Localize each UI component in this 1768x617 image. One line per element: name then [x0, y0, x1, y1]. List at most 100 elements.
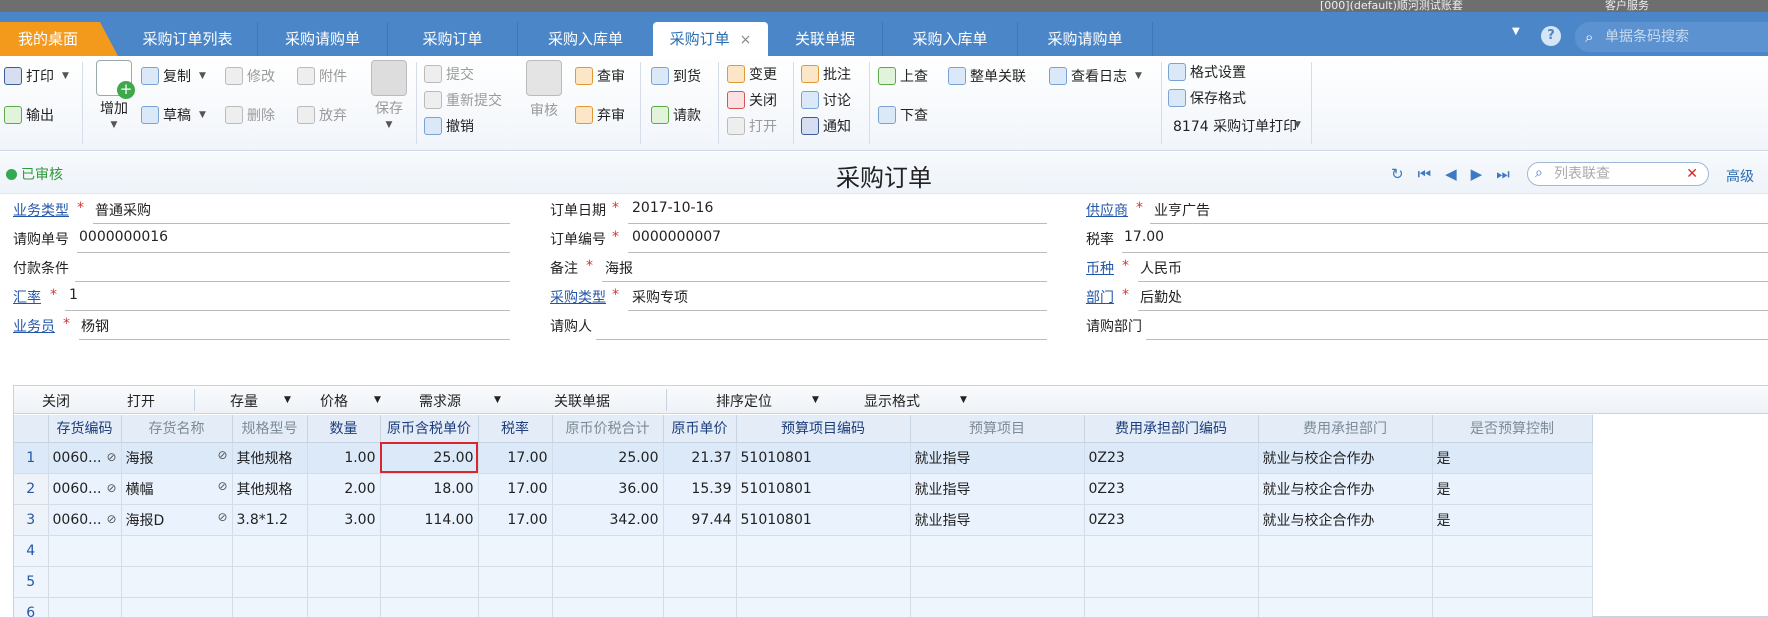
cell-budget-code[interactable]: 51010801	[736, 442, 911, 474]
paperclip-icon[interactable]: ⊘	[106, 450, 116, 464]
tab-purchase-receipt-2[interactable]: 采购入库单	[883, 22, 1018, 56]
cell-total[interactable]: 36.00	[552, 473, 664, 505]
cell-budget-control[interactable]: 是	[1432, 504, 1593, 536]
column-header[interactable]: 存货编码	[48, 415, 122, 443]
order-no-value[interactable]: 0000000007	[632, 229, 721, 245]
supplier-value[interactable]: 业亨广告	[1154, 200, 1210, 220]
copy-button[interactable]: 复制 ▼	[141, 66, 206, 86]
discuss-button[interactable]: 讨论	[801, 90, 851, 110]
cell-dept-code[interactable]: 0Z23	[1084, 504, 1259, 536]
grid-open-button[interactable]: 打开	[127, 391, 155, 411]
cell-dept[interactable]: 就业与校企合作办	[1258, 473, 1433, 505]
clear-icon[interactable]: ✕	[1686, 163, 1698, 185]
related-docs-button[interactable]: 关联单据	[554, 391, 610, 411]
format-setting-button[interactable]: 格式设置	[1168, 62, 1246, 82]
delete-button[interactable]: 删除	[225, 105, 275, 125]
column-header[interactable]: 原币含税单价	[380, 415, 479, 443]
help-icon[interactable]: ?	[1541, 26, 1561, 46]
annotate-button[interactable]: 批注	[801, 64, 851, 84]
supplier-label[interactable]: 供应商	[1086, 200, 1128, 220]
paperclip-icon[interactable]: ⊘	[106, 512, 116, 526]
grid-close-button[interactable]: 关闭	[42, 391, 70, 411]
down-query-button[interactable]: 下查	[878, 105, 928, 125]
view-log-button[interactable]: 查看日志 ▼	[1049, 66, 1142, 86]
discard-button[interactable]: 放弃	[297, 105, 347, 125]
cell-inventory-code[interactable]: 0060... ⊘	[48, 442, 122, 474]
cell-total[interactable]: 342.00	[552, 504, 664, 536]
cell-unit-price[interactable]: 15.39	[663, 473, 737, 505]
chevron-down-icon[interactable]: ▼	[111, 120, 118, 130]
chevron-down-icon[interactable]: ▼	[284, 395, 291, 405]
chevron-down-icon[interactable]: ▼	[62, 71, 69, 81]
tax-rate-value[interactable]: 17.00	[1124, 229, 1164, 245]
chevron-down-icon[interactable]: ▼	[386, 120, 393, 130]
tab-purchase-order[interactable]: 采购订单	[388, 22, 518, 56]
cell-budget-item[interactable]: 就业指导	[910, 504, 1085, 536]
cell-inventory-name[interactable]: 海报D ⊘	[121, 504, 233, 536]
column-header[interactable]: 是否预算控制	[1432, 415, 1593, 443]
cell-budget-item[interactable]: 就业指导	[910, 442, 1085, 474]
column-header[interactable]: 税率	[478, 415, 553, 443]
cell-tax-rate[interactable]: 17.00	[478, 504, 553, 536]
tab-purchase-requisition-2[interactable]: 采购请购单	[1018, 22, 1153, 56]
dept-value[interactable]: 后勤处	[1140, 287, 1182, 307]
staff-label[interactable]: 业务员	[13, 316, 55, 336]
rate-label[interactable]: 汇率	[13, 287, 41, 307]
tab-purchase-requisition[interactable]: 采购请购单	[258, 22, 388, 56]
table-row[interactable]: 1 0060... ⊘ 海报 ⊘ 其他规格 1.00 25.00 17.00 25.…	[14, 442, 1593, 474]
column-header[interactable]: 数量	[307, 415, 381, 443]
list-search-input[interactable]: ⌕ 列表联查 ✕	[1527, 162, 1709, 186]
staff-value[interactable]: 杨钢	[81, 316, 109, 336]
cell-inventory-name[interactable]: 横幅 ⊘	[121, 473, 233, 505]
resubmit-button[interactable]: 重新提交	[424, 90, 502, 110]
req-no-value[interactable]: 0000000016	[79, 229, 168, 245]
biz-type-label[interactable]: 业务类型	[13, 200, 69, 220]
chevron-down-icon[interactable]: ▼	[960, 395, 967, 405]
cell-budget-control[interactable]: 是	[1432, 473, 1593, 505]
chevron-down-icon[interactable]: ▼	[199, 110, 206, 120]
chevron-down-icon[interactable]: ▼	[1294, 120, 1301, 130]
cell-price-with-tax[interactable]: 25.00	[380, 442, 479, 474]
chevron-down-icon[interactable]: ▼	[494, 395, 501, 405]
display-format-button[interactable]: 显示格式	[864, 391, 920, 411]
table-row-empty[interactable]: 6	[14, 597, 1593, 617]
cell-price-with-tax[interactable]: 114.00	[380, 504, 479, 536]
tab-purchase-order-active[interactable]: 采购订单 ×	[653, 22, 768, 56]
cell-quantity[interactable]: 1.00	[307, 442, 381, 474]
cell-budget-control[interactable]: 是	[1432, 442, 1593, 474]
check-button[interactable]: 查审	[575, 66, 625, 86]
column-header[interactable]: 存货名称	[121, 415, 233, 443]
cell-unit-price[interactable]: 97.44	[663, 504, 737, 536]
request-pay-button[interactable]: 请款	[651, 105, 701, 125]
modify-button[interactable]: 修改	[225, 66, 275, 86]
column-header[interactable]: 规格型号	[232, 415, 308, 443]
paperclip-icon[interactable]: ⊘	[217, 448, 227, 462]
last-record-icon[interactable]: ⏭	[1496, 165, 1510, 183]
purchase-type-value[interactable]: 采购专项	[632, 287, 688, 307]
order-date-value[interactable]: 2017-10-16	[632, 200, 713, 216]
tab-desktop[interactable]: 我的桌面	[0, 22, 118, 56]
print-button[interactable]: 打印 ▼	[4, 66, 69, 86]
cell-budget-item[interactable]: 就业指导	[910, 473, 1085, 505]
review-button[interactable]: 审核	[526, 60, 562, 120]
cell-spec[interactable]: 其他规格	[232, 473, 308, 505]
cell-tax-rate[interactable]: 17.00	[478, 473, 553, 505]
cell-inventory-code[interactable]: 0060... ⊘	[48, 473, 122, 505]
relate-all-button[interactable]: 整单关联	[948, 66, 1026, 86]
cell-dept-code[interactable]: 0Z23	[1084, 473, 1259, 505]
previous-record-icon[interactable]: ◀	[1445, 165, 1457, 183]
stock-button[interactable]: 存量	[230, 391, 258, 411]
cell-dept[interactable]: 就业与校企合作办	[1258, 442, 1433, 474]
first-record-icon[interactable]: ⏮	[1418, 165, 1432, 183]
column-header[interactable]: 预算项目	[910, 415, 1085, 443]
table-row-empty[interactable]: 4	[14, 535, 1593, 567]
chevron-down-icon[interactable]: ▼	[1135, 71, 1142, 81]
purchase-type-label[interactable]: 采购类型	[550, 287, 606, 307]
next-record-icon[interactable]: ▶	[1471, 165, 1483, 183]
chevron-down-icon[interactable]: ▼	[199, 71, 206, 81]
paperclip-icon[interactable]: ⊘	[106, 481, 116, 495]
print-template-select[interactable]: 8174 采购订单打印	[1173, 116, 1301, 136]
sort-locate-button[interactable]: 排序定位	[716, 391, 772, 411]
revoke-button[interactable]: 撤销	[424, 116, 474, 136]
save-format-button[interactable]: 保存格式	[1168, 88, 1246, 108]
